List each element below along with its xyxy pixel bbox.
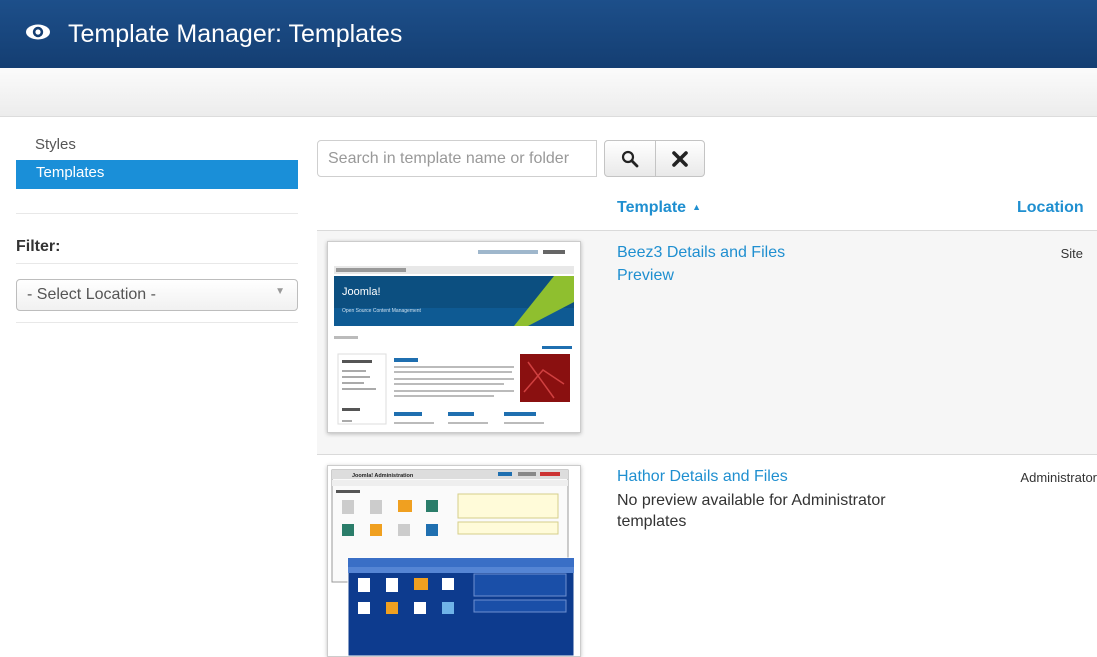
template-thumbnail[interactable]: Joomla! Open Source Content Management bbox=[327, 241, 581, 433]
table-row: Joomla! Open Source Content Management B… bbox=[317, 230, 1097, 455]
preview-site-name: Joomla! bbox=[342, 286, 381, 298]
divider bbox=[16, 322, 298, 323]
sidebar-item-styles[interactable]: Styles bbox=[35, 136, 76, 153]
beez3-preview-link[interactable]: Preview bbox=[617, 267, 674, 285]
divider bbox=[16, 213, 298, 214]
beez3-details-link[interactable]: Beez3 Details and Files bbox=[617, 244, 785, 262]
hathor-details-link[interactable]: Hathor Details and Files bbox=[617, 468, 788, 486]
column-header-template[interactable]: Template ▲ bbox=[617, 199, 701, 217]
no-preview-text: No preview available for Administrator t… bbox=[617, 492, 886, 530]
close-icon bbox=[672, 150, 688, 167]
divider bbox=[16, 263, 298, 264]
search-icon bbox=[621, 150, 639, 167]
hathor-preview-image: Joomla! Administration bbox=[328, 466, 580, 656]
beez3-preview-image: Joomla! Open Source Content Management bbox=[328, 242, 580, 432]
sort-asc-icon: ▲ bbox=[692, 202, 701, 212]
clear-button[interactable] bbox=[655, 140, 705, 177]
search-button[interactable] bbox=[604, 140, 656, 177]
title-bar: Template Manager: Templates bbox=[0, 0, 1097, 68]
sidebar-item-templates[interactable]: Templates bbox=[16, 160, 298, 189]
preview-admin-title: Joomla! Administration bbox=[352, 473, 414, 479]
location-select[interactable]: - Select Location - ▼ bbox=[16, 279, 298, 311]
preview-tagline: Open Source Content Management bbox=[342, 308, 422, 314]
template-thumbnail[interactable]: Joomla! Administration bbox=[327, 465, 581, 657]
filter-label: Filter: bbox=[16, 238, 61, 255]
location-select-value: - Select Location - bbox=[27, 286, 156, 303]
column-header-location[interactable]: Location bbox=[1017, 199, 1084, 217]
location-cell: Administrator bbox=[1020, 470, 1097, 485]
search-input[interactable]: Search in template name or folder bbox=[317, 140, 597, 177]
toolbar bbox=[0, 68, 1097, 117]
chevron-down-icon: ▼ bbox=[275, 286, 285, 297]
eye-icon bbox=[26, 24, 50, 40]
table-row: Joomla! Administration Hathor Details an… bbox=[317, 454, 1097, 657]
location-cell: Site bbox=[1060, 246, 1083, 261]
page-title: Template Manager: Templates bbox=[68, 20, 403, 48]
